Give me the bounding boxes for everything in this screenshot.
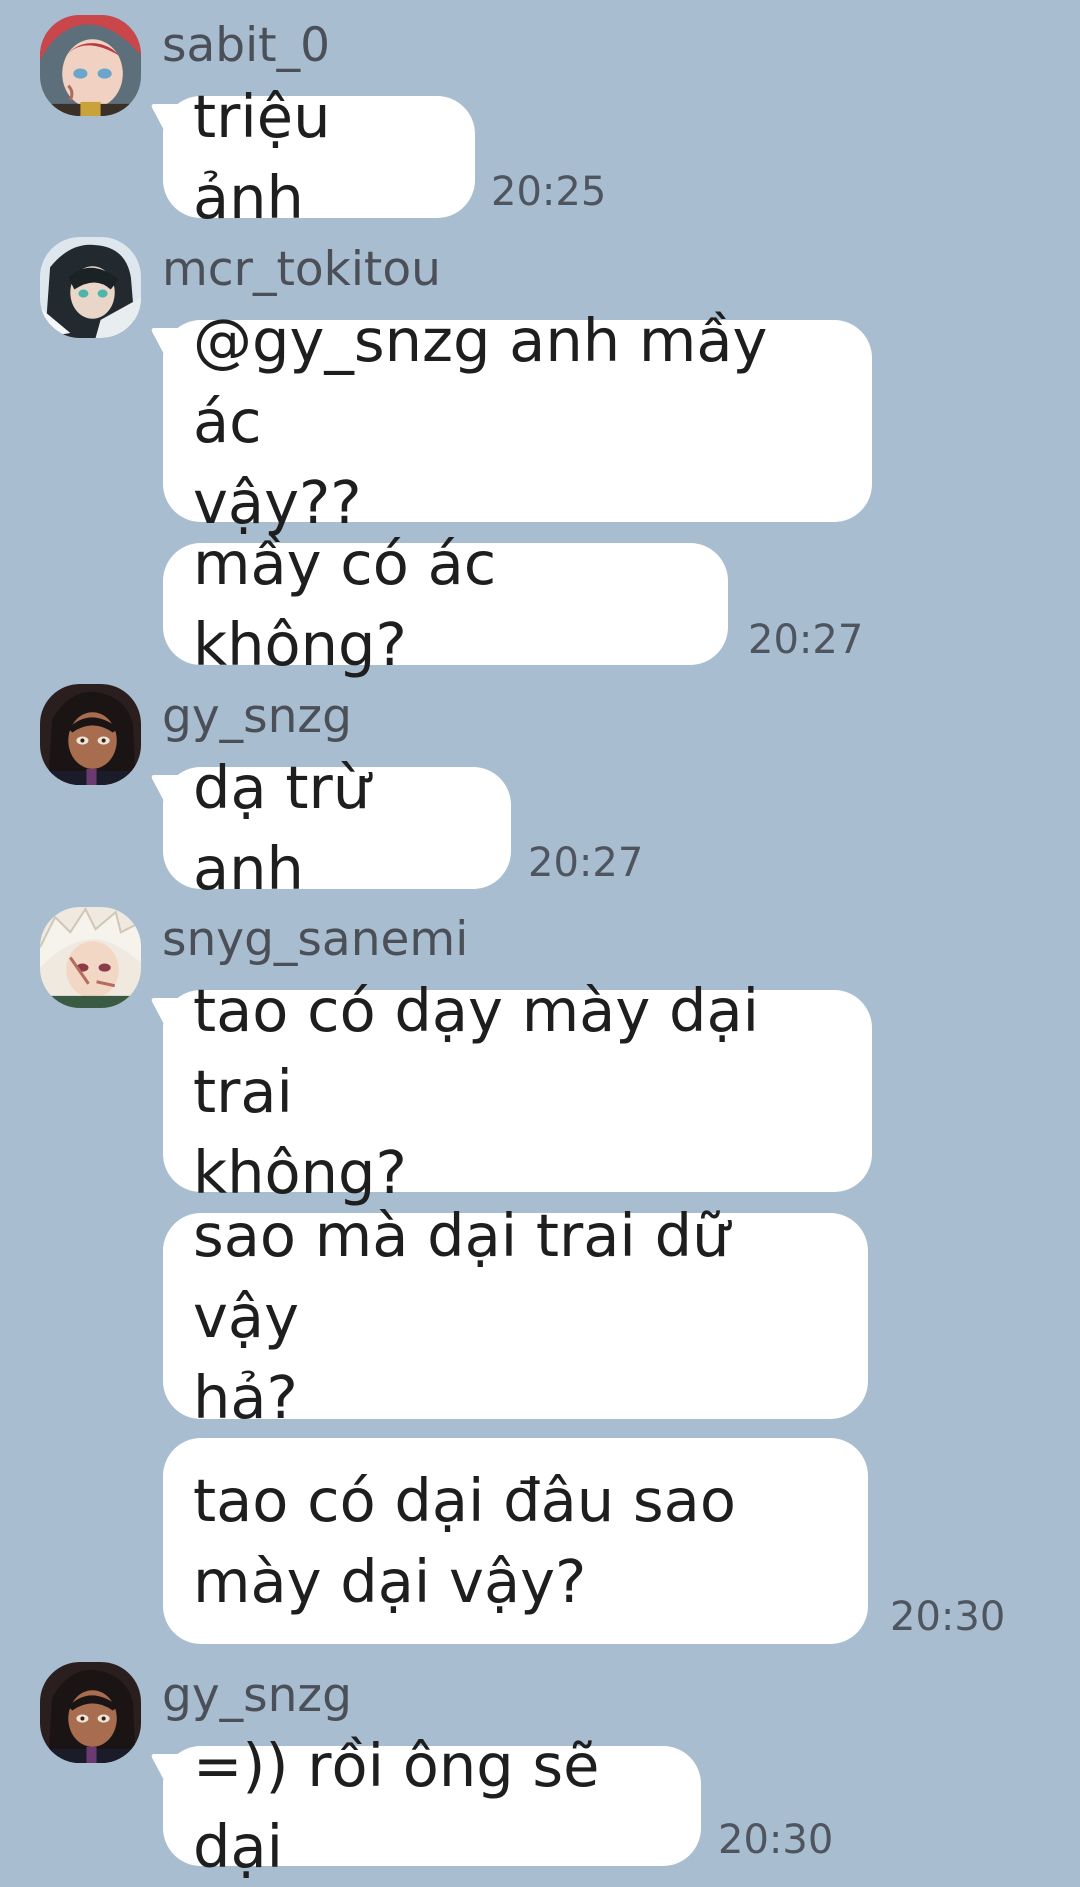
- message-text: dạ trừ anh: [193, 753, 371, 903]
- avatar-snyg-sanemi[interactable]: [40, 907, 141, 1008]
- message-text: @gy_snzg anh mầy ác vậy??: [193, 305, 768, 537]
- message-timestamp: 20:27: [748, 617, 864, 663]
- anime-avatar-icon: [40, 15, 141, 116]
- anime-avatar-icon: [40, 1662, 141, 1763]
- message-text: tao có dạy mày dại trai không?: [193, 975, 760, 1207]
- avatar-mcr-tokitou[interactable]: [40, 237, 141, 338]
- message-bubble[interactable]: tao có dạy mày dại trai không?: [163, 976, 872, 1207]
- message-bubble[interactable]: =)) rồi ông sẽ dại: [163, 1731, 701, 1881]
- message-bubble[interactable]: @gy_snzg anh mầy ác vậy??: [163, 306, 872, 537]
- message-timestamp: 20:30: [890, 1594, 1006, 1640]
- message-timestamp: 20:27: [528, 840, 644, 886]
- message-timestamp: 20:30: [718, 1817, 834, 1863]
- avatar-gy-snzg[interactable]: [40, 1662, 141, 1763]
- anime-avatar-icon: [40, 684, 141, 785]
- message-bubble[interactable]: triệu ảnh: [163, 82, 475, 232]
- message-bubble[interactable]: tao có dại đâu sao mày dại vậy?: [163, 1438, 868, 1644]
- message-text: mầy có ác không?: [193, 529, 497, 679]
- avatar-sabit-0[interactable]: [40, 15, 141, 116]
- username-mcr-tokitou[interactable]: mcr_tokitou: [162, 246, 441, 293]
- username-snyg-sanemi[interactable]: snyg_sanemi: [162, 916, 468, 963]
- message-bubble[interactable]: mầy có ác không?: [163, 529, 728, 679]
- anime-avatar-icon: [40, 907, 141, 1008]
- message-timestamp: 20:25: [491, 169, 607, 215]
- message-text: triệu ảnh: [193, 82, 331, 232]
- message-text: tao có dại đâu sao mày dại vậy?: [193, 1466, 736, 1616]
- username-sabit-0[interactable]: sabit_0: [162, 22, 330, 69]
- anime-avatar-icon: [40, 237, 141, 338]
- message-bubble[interactable]: sao mà dại trai dữ vậy hả?: [163, 1201, 868, 1432]
- message-text: =)) rồi ông sẽ dại: [193, 1731, 600, 1881]
- username-gy-snzg[interactable]: gy_snzg: [162, 1672, 352, 1719]
- message-text: sao mà dại trai dữ vậy hả?: [193, 1200, 730, 1432]
- username-gy-snzg[interactable]: gy_snzg: [162, 693, 352, 740]
- message-bubble[interactable]: dạ trừ anh: [163, 753, 511, 903]
- avatar-gy-snzg[interactable]: [40, 684, 141, 785]
